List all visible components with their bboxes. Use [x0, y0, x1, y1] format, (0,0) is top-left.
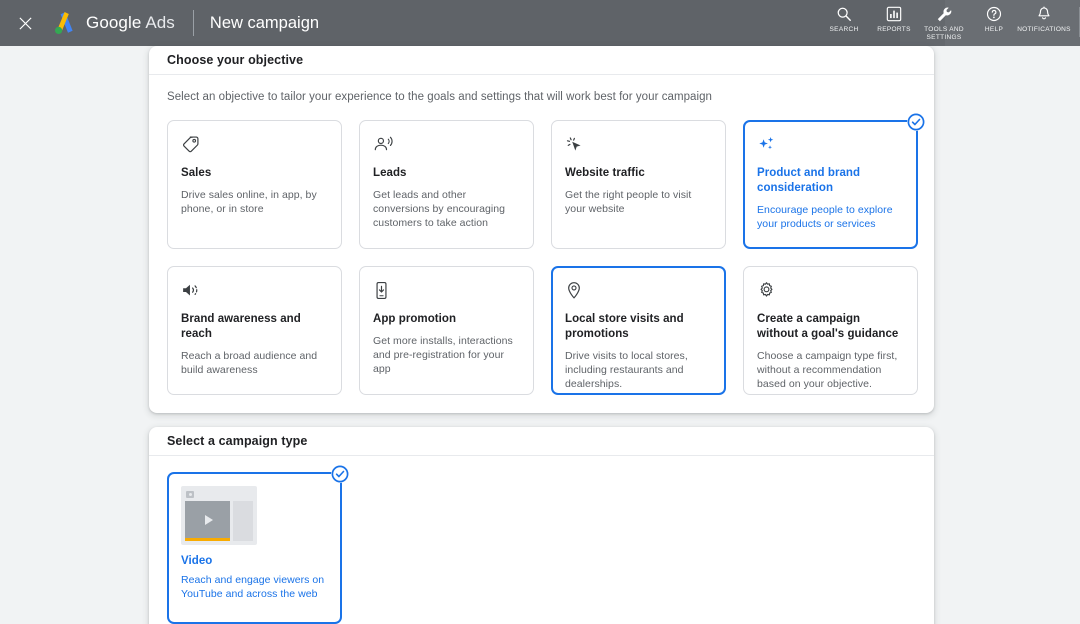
google-ads-logo-icon — [55, 12, 73, 34]
objective-card-title: Website traffic — [565, 167, 645, 179]
sparkle-icon — [757, 135, 904, 157]
objective-card-title: Sales — [181, 167, 212, 179]
objective-card-title: App promotion — [373, 313, 457, 325]
wrench-icon — [936, 5, 953, 23]
brand-text: Google Ads — [86, 13, 175, 33]
objective-panel-body: Select an objective to tailor your exper… — [149, 75, 934, 413]
selected-check-badge — [331, 465, 349, 483]
objective-card-website-traffic[interactable]: Website traffic Get the right people to … — [551, 120, 726, 249]
objective-card-sales[interactable]: Sales Drive sales online, in app, by pho… — [167, 120, 342, 249]
thumbnail-progress-bar — [185, 538, 230, 541]
objective-card-title: Local store visits and promotions — [565, 313, 684, 340]
header-action-help-label: HELP — [984, 26, 1004, 33]
campaign-type-panel-body: Video Reach and engage viewers on YouTub… — [149, 456, 934, 624]
header-action-help[interactable]: HELP — [969, 5, 1019, 34]
header-action-tools[interactable]: TOOLS AND SETTINGS — [919, 5, 969, 42]
close-icon — [18, 16, 32, 30]
objective-card-title: Leads — [373, 167, 407, 179]
check-circle-icon — [331, 465, 349, 483]
campaign-type-card-video[interactable]: Video Reach and engage viewers on YouTub… — [167, 465, 349, 624]
thumbnail-video-area — [185, 501, 230, 541]
header-divider — [192, 10, 194, 36]
help-circle-icon — [986, 5, 1002, 23]
campaign-type-card-description: Reach and engage viewers on YouTube and … — [181, 574, 325, 600]
objective-card-description: Get leads and other conversions by encou… — [373, 189, 506, 229]
header-action-search[interactable]: SEARCH — [819, 5, 869, 34]
gear-icon — [757, 281, 904, 303]
campaign-type-panel-header: Select a campaign type — [149, 427, 934, 456]
header-action-search-label: SEARCH — [829, 26, 859, 33]
video-player-thumbnail — [181, 486, 257, 545]
header-action-reports-label: REPORTS — [877, 26, 911, 33]
campaign-type-card-grid: Video Reach and engage viewers on YouTub… — [167, 465, 916, 624]
objective-panel-title: Choose your objective — [167, 53, 304, 67]
objective-card-local-store-visits-and-promotions[interactable]: Local store visits and promotions Drive … — [551, 266, 726, 395]
objective-card-description: Choose a campaign type first, without a … — [757, 350, 898, 390]
page-title: New campaign — [209, 13, 320, 32]
objective-card-description: Get more installs, interactions and pre-… — [373, 335, 513, 375]
brand-ads-label: Ads — [145, 13, 175, 32]
thumbnail-body — [185, 501, 253, 541]
selected-check-badge — [907, 113, 925, 131]
header-actions: SEARCH REPORTS TOOLS AND SETTINGS HELP N… — [819, 0, 1080, 46]
objective-card-description: Get the right people to visit your websi… — [565, 189, 692, 215]
search-icon — [836, 5, 852, 23]
thumbnail-top-bar — [185, 490, 253, 499]
brand-logo-group[interactable]: Google Ads — [52, 11, 175, 35]
check-circle-icon — [907, 113, 925, 131]
objective-card-description: Drive sales online, in app, by phone, or… — [181, 189, 317, 215]
header-action-reports[interactable]: REPORTS — [869, 5, 919, 34]
app-header: Google Ads New campaign SEARCH REPORTS T… — [0, 0, 1080, 46]
brand-google-label: Google — [86, 13, 142, 32]
header-action-notifications[interactable]: NOTIFICATIONS — [1017, 5, 1071, 34]
objective-card-create-campaign-without-goal-guidance[interactable]: Create a campaign without a goal's guida… — [743, 266, 918, 395]
thumbnail-sidebar — [233, 501, 253, 541]
objective-panel-subtitle: Select an objective to tailor your exper… — [167, 91, 712, 103]
objective-card-title: Product and brand consideration — [757, 167, 861, 194]
objective-card-description: Reach a broad audience and build awarene… — [181, 350, 318, 376]
bell-icon — [1036, 5, 1052, 23]
header-action-notifications-label: NOTIFICATIONS — [1017, 26, 1071, 33]
objective-card-title: Brand awareness and reach — [181, 313, 301, 340]
close-button[interactable] — [12, 10, 38, 36]
objective-card-leads[interactable]: Leads Get leads and other conversions by… — [359, 120, 534, 249]
cursor-click-icon — [565, 135, 712, 157]
header-action-tools-label: TOOLS AND SETTINGS — [924, 26, 964, 41]
campaign-type-card-title: Video — [181, 555, 213, 567]
objective-panel-header: Choose your objective — [149, 46, 934, 75]
objective-panel: Choose your objective Select an objectiv… — [149, 46, 934, 413]
play-icon — [204, 515, 213, 525]
objective-card-grid: Sales Drive sales online, in app, by pho… — [167, 113, 925, 395]
tag-icon — [181, 135, 328, 157]
objective-card-app-promotion[interactable]: App promotion Get more installs, interac… — [359, 266, 534, 395]
objective-card-description: Drive visits to local stores, including … — [565, 350, 688, 390]
speaker-icon — [181, 281, 328, 303]
campaign-type-panel: Select a campaign type Video Reach and e… — [149, 427, 934, 624]
bar-chart-icon — [886, 5, 902, 23]
leads-person-icon — [373, 135, 520, 157]
thumbnail-logo-box — [186, 491, 194, 498]
objective-card-description: Encourage people to explore your product… — [757, 204, 893, 230]
location-pin-icon — [565, 281, 712, 303]
objective-card-brand-awareness-and-reach[interactable]: Brand awareness and reach Reach a broad … — [167, 266, 342, 395]
campaign-type-panel-title: Select a campaign type — [167, 434, 308, 448]
objective-card-product-and-brand-consideration[interactable]: Product and brand consideration Encourag… — [743, 113, 925, 249]
objective-card-title: Create a campaign without a goal's guida… — [757, 313, 899, 340]
mobile-download-icon — [373, 281, 520, 303]
